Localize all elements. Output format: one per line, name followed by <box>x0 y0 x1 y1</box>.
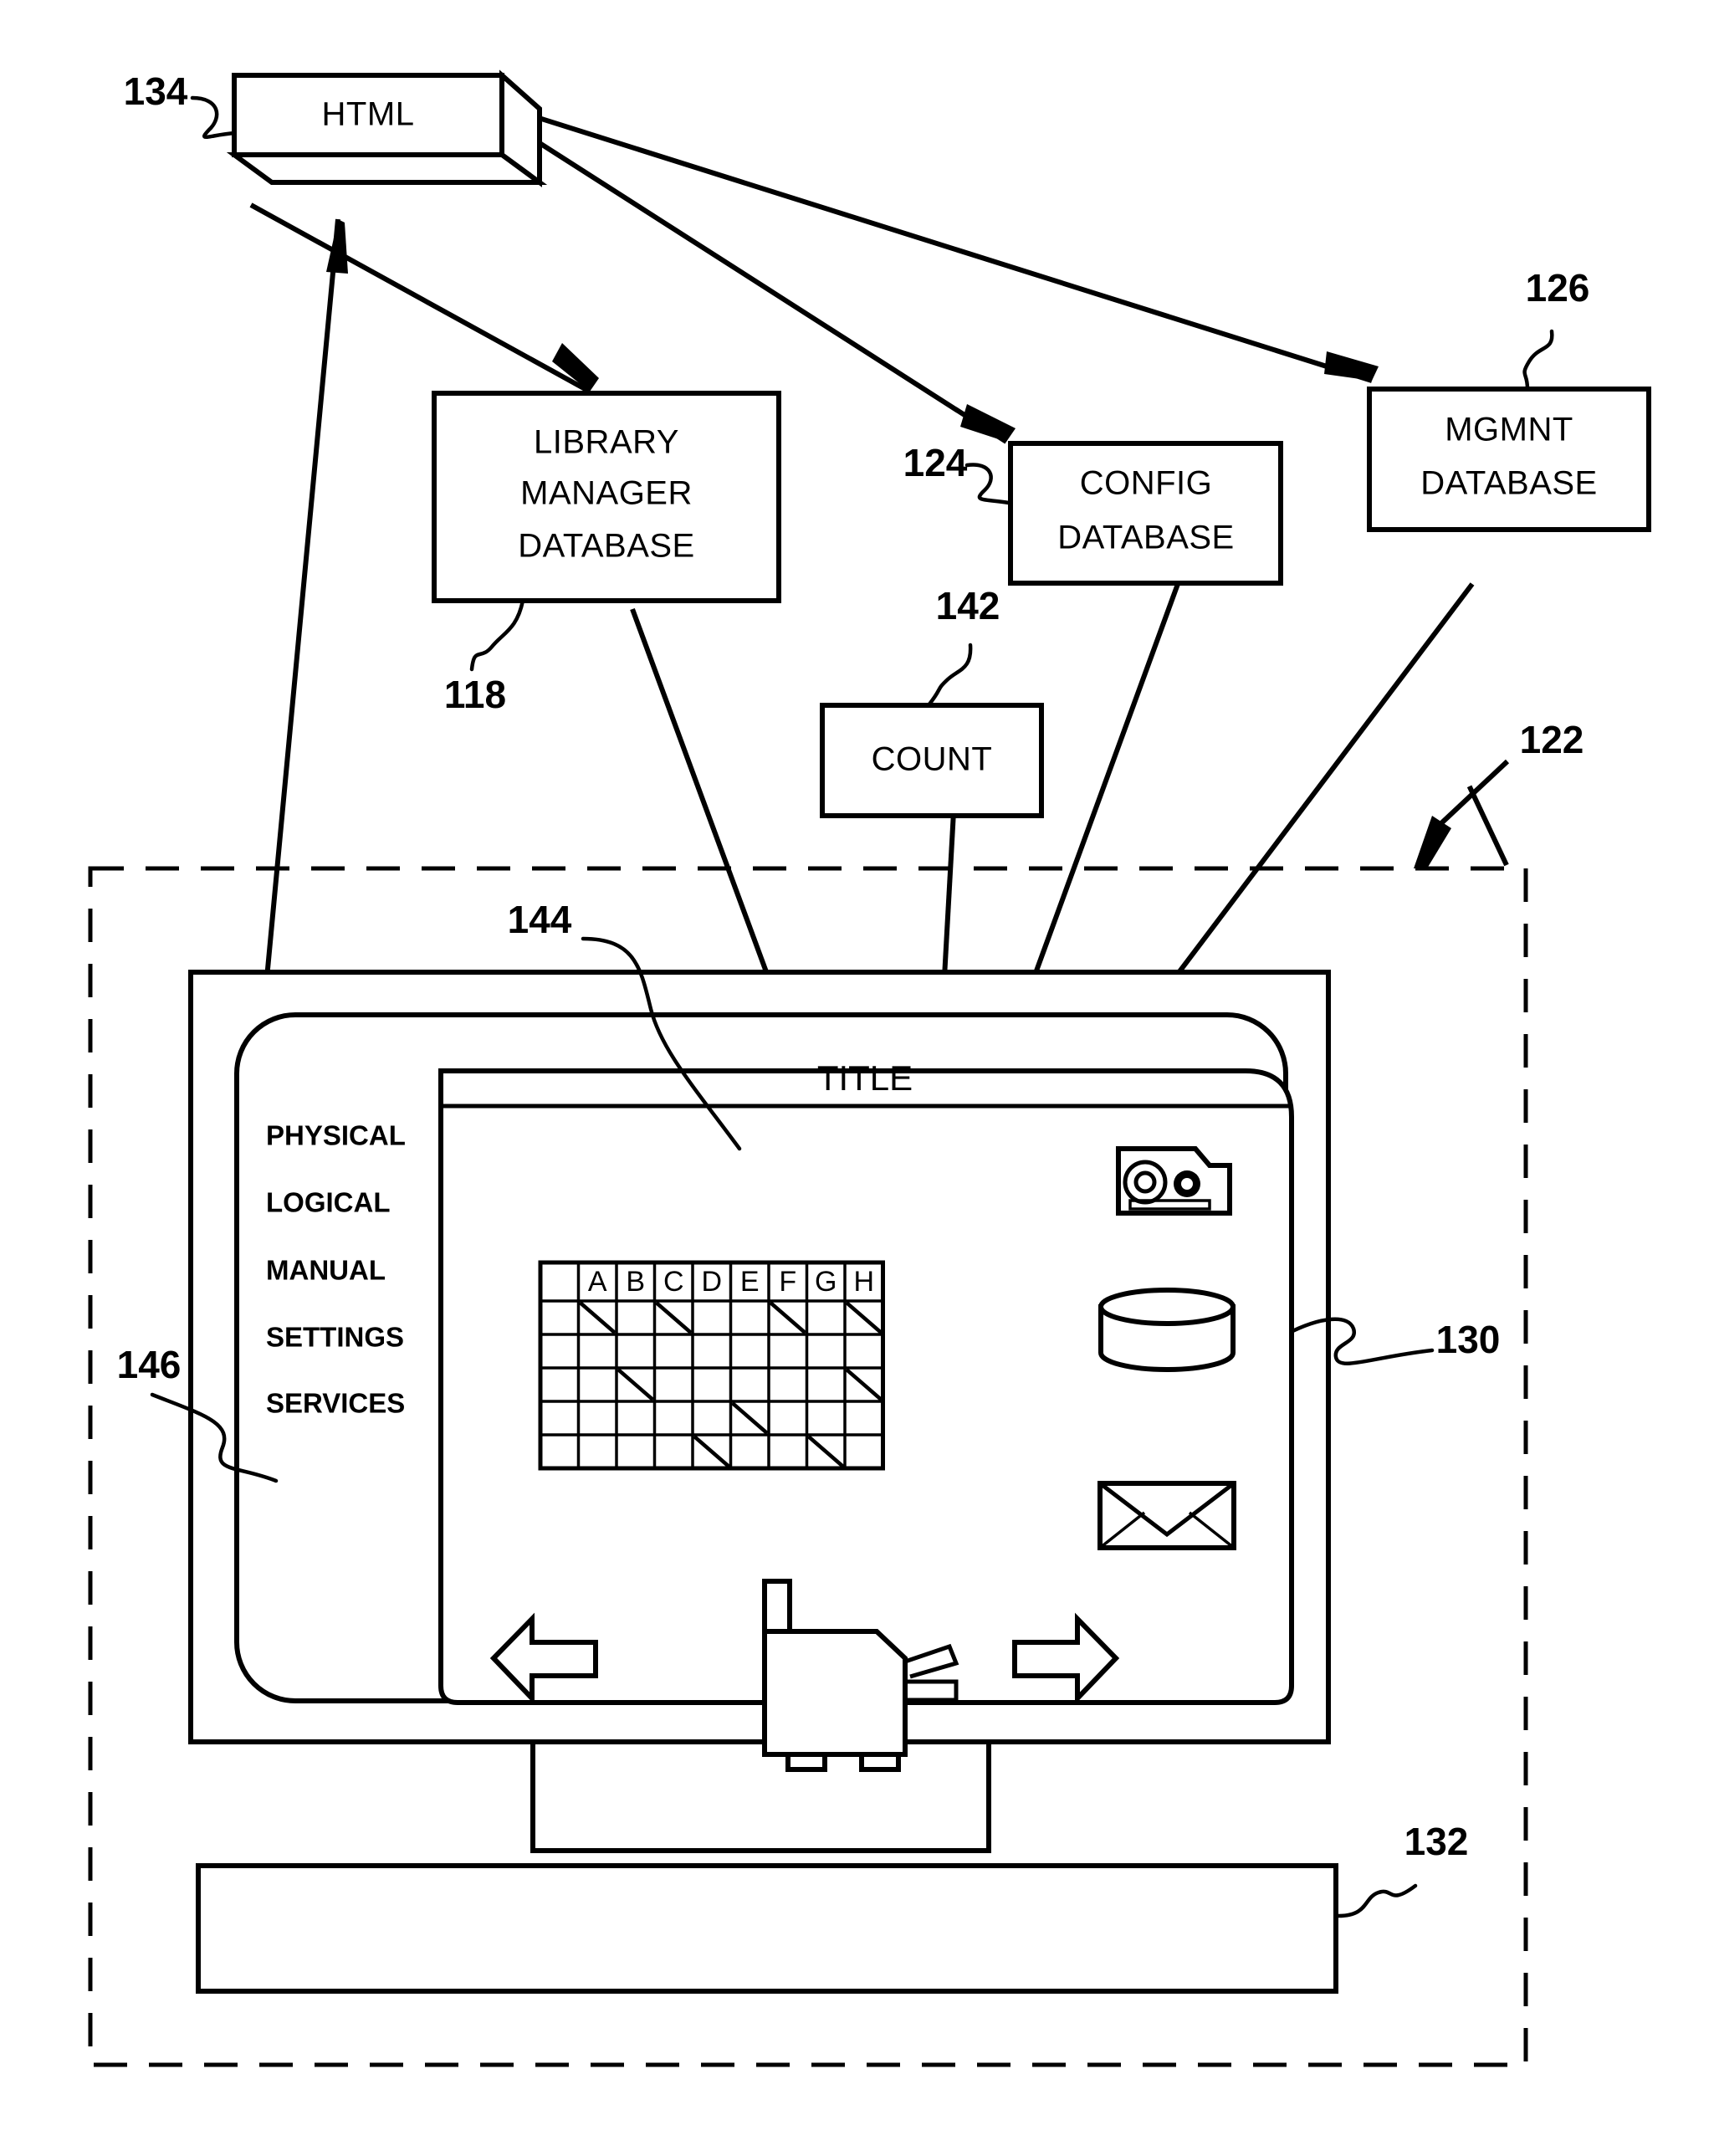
mgmnt-box-rect <box>1367 387 1651 532</box>
ref-118-label: 118 <box>444 673 506 716</box>
ref-122-leader-line <box>1466 785 1509 867</box>
disk-cylinder-top <box>1098 1288 1236 1326</box>
ref-118: 118 <box>444 598 525 716</box>
arrowhead-mgmnt <box>1324 351 1379 381</box>
browser-title-label: TITLE <box>817 1058 913 1098</box>
html-box-bottom <box>226 152 548 185</box>
ref-124-leader <box>964 463 1011 505</box>
ref-146-label: 146 <box>117 1343 182 1386</box>
ref-134-leader <box>190 95 237 140</box>
connector-html-to-mgmnt <box>522 110 1373 383</box>
disk-cylinder-icon[interactable] <box>1098 1288 1236 1372</box>
mgmnt-box-line1: MGMNT <box>1445 412 1573 448</box>
ref-132: 132 <box>1336 1820 1469 1918</box>
ref-126-leader <box>1522 329 1554 392</box>
envelope-body <box>1097 1481 1236 1550</box>
figure-canvas: HTML 134 LIBRARY MANAGER DATABASE 118 CO… <box>88 69 1651 2067</box>
ref-124: 124 <box>903 441 1011 505</box>
grid-column-header: G <box>815 1266 837 1298</box>
ref-134-label: 134 <box>124 69 188 113</box>
ref-142-label: 142 <box>936 584 1000 627</box>
config-box-line1: CONFIG <box>1080 465 1213 502</box>
data-grid[interactable]: ABCDEFGH <box>538 1260 885 1471</box>
keyboard <box>196 1863 1338 1994</box>
grid-column-header: H <box>853 1266 874 1298</box>
ref-134: 134 <box>124 69 237 140</box>
mgmnt-database-box: MGMNT DATABASE <box>1367 387 1651 532</box>
ref-142-leader <box>926 643 973 708</box>
ref-124-label: 124 <box>903 441 968 484</box>
menu-item-services[interactable]: SERVICES <box>266 1388 405 1419</box>
grid-column-header: C <box>663 1266 684 1298</box>
library-manager-database-box: LIBRARY MANAGER DATABASE <box>432 391 781 603</box>
envelope-icon[interactable] <box>1097 1481 1236 1550</box>
ref-126-label: 126 <box>1526 266 1590 310</box>
ref-142: 142 <box>926 584 1000 708</box>
library-box-line3: DATABASE <box>518 528 694 565</box>
grid-column-header: E <box>740 1266 760 1298</box>
ref-144-label: 144 <box>508 898 572 941</box>
accessor-foot-left <box>785 1752 827 1772</box>
tape-reel-right-hole <box>1181 1178 1193 1190</box>
ref-132-label: 132 <box>1404 1820 1469 1863</box>
html-box: HTML <box>226 69 548 187</box>
ref-122-leader-shaft <box>1439 759 1510 826</box>
ref-126: 126 <box>1522 266 1590 392</box>
arrowhead-config <box>960 404 1016 442</box>
accessor-foot-right <box>859 1752 901 1772</box>
accessor-mast <box>762 1579 792 1636</box>
library-box-line1: LIBRARY <box>534 424 679 461</box>
ref-130-label: 130 <box>1436 1318 1501 1361</box>
grid-column-header: A <box>588 1266 607 1298</box>
connector-display-to-html <box>257 218 340 1059</box>
count-box: COUNT <box>820 703 1044 818</box>
ref-118-leader <box>469 598 525 672</box>
monitor-stand-neck <box>530 1739 991 1853</box>
ref-122: 122 <box>1414 718 1584 868</box>
menu-item-logical[interactable]: LOGICAL <box>266 1187 390 1218</box>
grid-column-header: B <box>626 1266 645 1298</box>
patent-figure: HTML 134 LIBRARY MANAGER DATABASE 118 CO… <box>0 0 1714 2156</box>
config-box-line2: DATABASE <box>1057 520 1234 556</box>
html-box-label: HTML <box>322 96 415 133</box>
ref-132-leader <box>1336 1883 1418 1918</box>
menu-item-manual[interactable]: MANUAL <box>266 1255 386 1286</box>
ref-122-label: 122 <box>1520 718 1584 761</box>
grid-column-header: D <box>701 1266 722 1298</box>
count-box-label: COUNT <box>872 741 993 778</box>
accessor-body <box>762 1629 908 1757</box>
connector-html-to-library <box>249 202 591 394</box>
grid-column-header: F <box>779 1266 796 1298</box>
mgmnt-box-line2: DATABASE <box>1420 465 1597 502</box>
config-database-box: CONFIG DATABASE <box>1008 441 1283 586</box>
menu-item-settings[interactable]: SETTINGS <box>266 1322 404 1353</box>
menu-item-physical[interactable]: PHYSICAL <box>266 1120 406 1151</box>
ref-122-arrowhead <box>1414 816 1451 868</box>
library-box-line2: MANAGER <box>520 475 693 512</box>
